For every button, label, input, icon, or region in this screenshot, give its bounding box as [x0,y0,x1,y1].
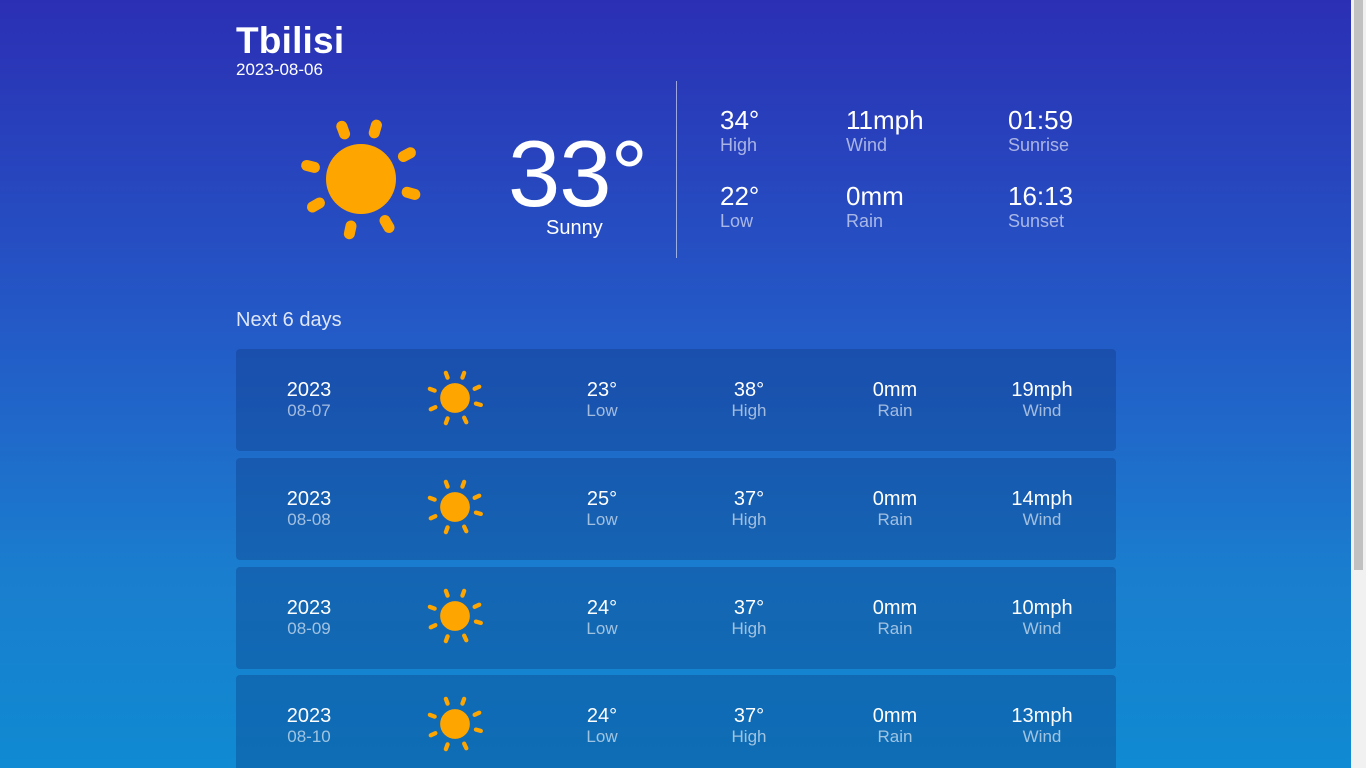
forecast-low-value: 24° [586,597,618,619]
forecast-wind: 14mph Wind [969,458,1115,560]
forecast-month-day: 08-08 [287,510,331,529]
forecast-rain: 0mm Rain [822,567,968,669]
forecast-wind-value: 13mph [1011,705,1073,727]
forecast-rain-label: Rain [877,401,913,420]
forecast-year: 2023 [286,705,332,727]
forecast-high: 37° High [676,675,822,768]
forecast-low: 25° Low [529,458,675,560]
forecast-day-row: 2023 08-08 25° Low 37° High 0mm Rain 14m… [236,458,1116,560]
divider [676,81,677,258]
forecast-date: 2023 08-08 [236,458,382,560]
forecast-rain: 0mm Rain [822,675,968,768]
forecast-rain-value: 0mm [872,597,918,619]
stat-label: Wind [846,135,888,155]
stat-label: Sunrise [1008,135,1070,155]
city-name: Tbilisi [236,20,345,61]
stat-value: 11mph [846,105,924,135]
forecast-wind-value: 19mph [1011,379,1073,401]
stat-rain: 0mm Rain [846,181,904,231]
forecast-low: 23° Low [529,349,675,451]
stat-value: 16:13 [1008,181,1074,211]
forecast-low-value: 23° [586,379,618,401]
forecast-year: 2023 [286,597,332,619]
forecast-low: 24° Low [529,567,675,669]
forecast-wind: 13mph Wind [969,675,1115,768]
forecast-rain-value: 0mm [872,379,918,401]
stat-sunset: 16:13 Sunset [1008,181,1073,231]
forecast-year: 2023 [286,488,332,510]
forecast-high-value: 38° [733,379,765,401]
stat-label: Low [720,211,754,231]
forecast-high-label: High [731,401,767,420]
forecast-day-row: 2023 08-09 24° Low 37° High 0mm Rain 10m… [236,567,1116,669]
current-condition: Sunny [546,217,603,239]
forecast-high-label: High [731,510,767,529]
stat-high: 34° High [720,105,759,155]
forecast-wind-label: Wind [1022,510,1062,529]
vertical-scrollbar[interactable] [1351,0,1366,768]
stat-value: 0mm [846,181,904,211]
forecast-low-label: Low [586,619,618,638]
forecast-title: Next 6 days [236,309,342,331]
stat-sunrise: 01:59 Sunrise [1008,105,1073,155]
stat-wind: 11mph Wind [846,105,924,155]
forecast-wind-label: Wind [1022,401,1062,420]
sun-icon [427,588,483,644]
forecast-low-value: 25° [586,488,618,510]
current-temperature: 33° [508,121,648,226]
forecast-wind-label: Wind [1022,619,1062,638]
forecast-wind-value: 14mph [1011,488,1073,510]
forecast-month-day: 08-10 [287,727,331,746]
forecast-high: 37° High [676,567,822,669]
forecast-wind-value: 10mph [1011,597,1073,619]
forecast-month-day: 08-09 [287,619,331,638]
forecast-low-label: Low [586,510,618,529]
sun-icon [427,479,483,535]
forecast-rain-value: 0mm [872,488,918,510]
forecast-high-label: High [731,727,767,746]
stat-value: 22° [720,181,760,211]
forecast-low-label: Low [586,401,618,420]
forecast-year: 2023 [286,379,332,401]
forecast-rain: 0mm Rain [822,458,968,560]
forecast-low-label: Low [586,727,618,746]
forecast-wind: 19mph Wind [969,349,1115,451]
forecast-date: 2023 08-10 [236,675,382,768]
forecast-day-row: 2023 08-10 24° Low 37° High 0mm Rain 13m… [236,675,1116,768]
stat-label: Rain [846,211,884,231]
current-date: 2023-08-06 [236,60,323,79]
forecast-low-value: 24° [586,705,618,727]
scrollbar-thumb[interactable] [1354,0,1363,570]
forecast-high-value: 37° [733,488,765,510]
forecast-wind-label: Wind [1022,727,1062,746]
forecast-high: 37° High [676,458,822,560]
forecast-high-label: High [731,619,767,638]
stat-low: 22° Low [720,181,759,231]
sun-icon [301,119,421,240]
forecast-rain-label: Rain [877,619,913,638]
forecast-high: 38° High [676,349,822,451]
forecast-day-row: 2023 08-07 23° Low 38° High 0mm Rain 19m… [236,349,1116,451]
forecast-high-value: 37° [733,705,765,727]
forecast-date: 2023 08-07 [236,349,382,451]
forecast-rain-label: Rain [877,727,913,746]
stat-value: 34° [720,105,760,135]
sun-icon [427,370,483,426]
forecast-low: 24° Low [529,675,675,768]
forecast-wind: 10mph Wind [969,567,1115,669]
forecast-rain-value: 0mm [872,705,918,727]
forecast-date: 2023 08-09 [236,567,382,669]
forecast-high-value: 37° [733,597,765,619]
forecast-rain: 0mm Rain [822,349,968,451]
forecast-rain-label: Rain [877,510,913,529]
stat-label: Sunset [1008,211,1065,231]
stat-label: High [720,135,758,155]
sun-icon [427,696,483,752]
stat-value: 01:59 [1008,105,1074,135]
forecast-month-day: 08-07 [287,401,331,420]
